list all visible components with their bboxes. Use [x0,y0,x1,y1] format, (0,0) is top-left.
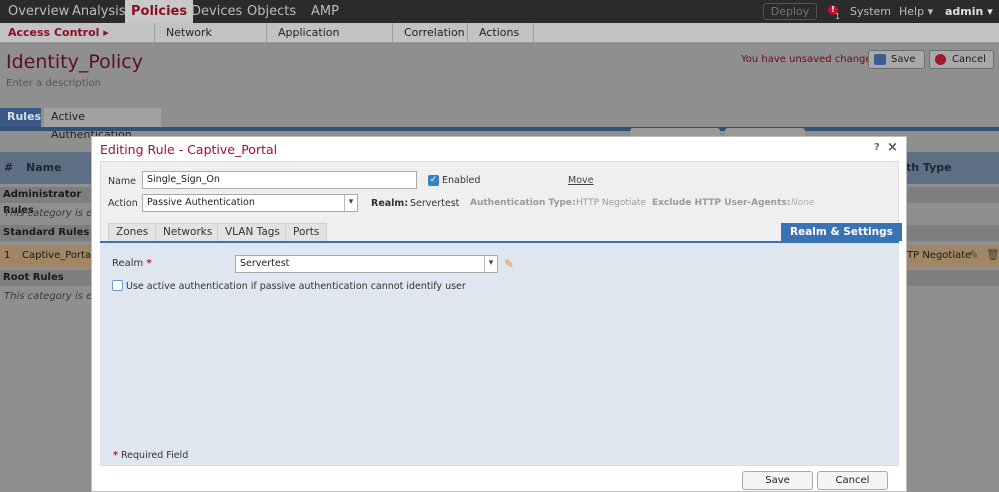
required-note-text: Required Field [121,450,189,461]
table-row-right[interactable]: TP Negotiate ✎ 🗑 [906,245,999,267]
policy-description-field[interactable]: Enter a description [6,78,101,89]
floppy-disk-icon [874,54,886,65]
row-index: 1 [4,250,11,261]
sub-navigation-bar: Access Control ▸ Identity Network Discov… [0,23,999,58]
deploy-button[interactable]: Deploy [763,3,817,20]
policy-save-label: Save [891,54,916,65]
table-row[interactable]: 1 Captive_Portal [0,245,94,267]
nav-objects[interactable]: Objects [247,0,296,23]
category-standard-rules[interactable]: Standard Rules [0,225,92,241]
tab-vlan-tags[interactable]: VLAN Tags [217,223,288,241]
tab-zones[interactable]: Zones [108,223,157,241]
required-asterisk: * [146,258,152,269]
nav-devices[interactable]: Devices [191,0,242,23]
dialog-save-button[interactable]: Save [742,471,813,490]
subnav-application-detectors[interactable]: Application Detectors [267,23,393,58]
nav-amp[interactable]: AMP [311,0,339,23]
nav-user-menu[interactable]: admin ▾ [945,0,993,23]
auth-type-label: Authentication Type: [470,198,576,208]
tab-strip [0,127,999,131]
policy-save-button[interactable]: Save [868,50,925,69]
active-auth-label: Use active authentication if passive aut… [126,281,466,292]
tab-ports[interactable]: Ports [285,223,328,241]
required-field-note: * Required Field [113,450,188,461]
realm-info-value: Servertest [410,198,460,209]
nav-overview[interactable]: Overview [8,0,69,23]
page-title: Identity_Policy [6,51,143,73]
category-administrator-rules[interactable]: Administrator Rules [0,187,92,216]
move-link[interactable]: Move [568,175,593,186]
add-rule-button[interactable] [725,128,805,136]
row-auth-type: TP Negotiate [907,250,972,261]
subnav-access-control-identity[interactable]: Access Control ▸ Identity [0,23,155,58]
tab-networks[interactable]: Networks [155,223,221,241]
unsaved-changes-notice: You have unsaved changes [741,54,877,65]
edit-realm-pencil-icon[interactable]: ✎ [504,257,514,271]
col-auth-type: th Type [906,161,952,174]
required-asterisk: * [113,450,118,461]
close-icon[interactable]: × [887,140,898,155]
auth-type-value: HTTP Negotiate [576,198,646,208]
edit-rule-dialog: Editing Rule - Captive_Portal ? × Name S… [91,136,907,492]
col-index: # [4,161,14,174]
chevron-down-icon: ▾ [484,256,497,272]
nav-analysis[interactable]: Analysis [72,0,126,23]
trash-icon[interactable]: 🗑 [986,248,999,261]
realm-select[interactable]: Servertest ▾ [235,255,498,273]
edit-pencil-icon[interactable]: ✎ [969,248,979,262]
col-name: Name [26,161,62,174]
tab-realm-settings[interactable]: Realm & Settings [781,223,902,241]
realm-settings-panel [100,243,899,465]
row-name: Captive_Portal [22,250,94,261]
dialog-title: Editing Rule - Captive_Portal [100,142,278,157]
nav-policies[interactable]: Policies [125,0,194,23]
top-navigation-bar: Overview Analysis Policies Devices Objec… [0,0,999,23]
add-category-button[interactable] [630,128,720,136]
alert-count: 1 [835,12,841,21]
enabled-label: Enabled [442,175,481,186]
enabled-checkbox[interactable]: ✓ [428,175,439,186]
chevron-down-icon: ▾ [344,195,357,211]
nav-system[interactable]: System [850,0,891,23]
name-label: Name [108,176,137,187]
cancel-circle-icon [935,54,946,65]
nav-help[interactable]: Help ▾ [899,0,933,23]
tab-rules[interactable]: Rules [0,108,41,127]
exclude-user-agents-value: None [791,198,815,208]
policy-cancel-label: Cancel [952,54,986,65]
action-select-value: Passive Authentication [147,197,255,208]
subnav-correlation[interactable]: Correlation [393,23,468,43]
tab-active-authentication[interactable]: Active Authentication [44,108,161,141]
action-select[interactable]: Passive Authentication ▾ [142,194,358,212]
subnav-actions[interactable]: Actions ▾ [468,23,534,58]
category-strip [906,187,999,203]
help-icon[interactable]: ? [874,142,880,153]
subnav-network-discovery[interactable]: Network Discovery [155,23,267,58]
exclude-user-agents-label: Exclude HTTP User-Agents: [652,198,791,208]
realm-label-text: Realm [112,258,144,269]
dialog-cancel-button[interactable]: Cancel [817,471,888,490]
category-strip [906,225,999,241]
policy-cancel-button[interactable]: Cancel [929,50,994,69]
realm-info-label: Realm: [371,198,409,209]
rule-name-input[interactable]: Single_Sign_On [142,171,417,189]
active-auth-checkbox[interactable] [112,280,123,291]
category-strip [906,270,999,286]
realm-field-label: Realm * [112,258,152,269]
category-root-rules[interactable]: Root Rules [0,270,92,286]
realm-select-value: Servertest [240,258,290,269]
action-label: Action [108,198,138,209]
